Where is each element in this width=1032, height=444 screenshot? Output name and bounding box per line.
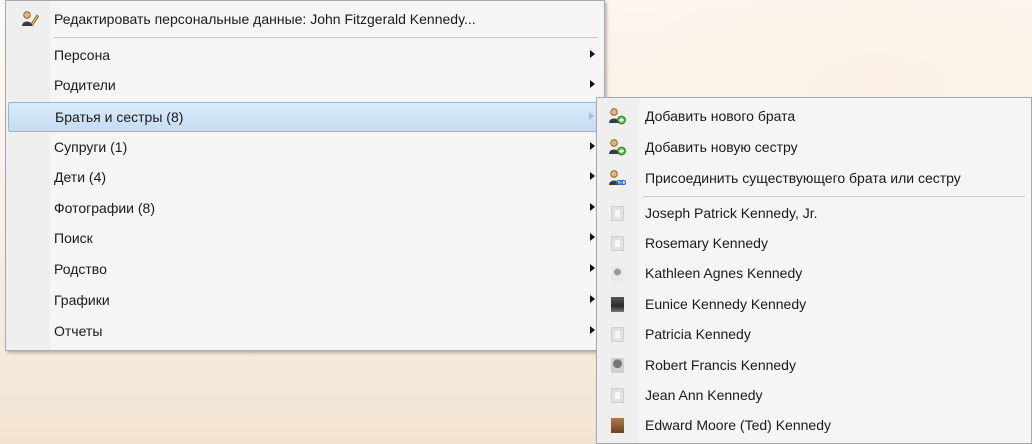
add-person-icon	[609, 139, 626, 156]
person-photo-thumbnail	[611, 358, 624, 373]
submenu-item-link-sibling[interactable]: Присоединить существующего брата или сес…	[597, 163, 1031, 193]
menu-item-children[interactable]: Дети (4)	[6, 162, 604, 192]
submenu-arrow-icon	[590, 50, 595, 58]
link-person-icon	[609, 170, 626, 186]
person-photo-placeholder-icon	[611, 327, 624, 342]
person-photo-thumbnail	[611, 418, 624, 433]
menu-item-photos[interactable]: Фотографии (8)	[6, 193, 604, 223]
submenu-arrow-icon	[590, 80, 595, 88]
submenu-item-add-brother[interactable]: Добавить нового брата	[597, 101, 1031, 131]
submenu-item-label: Kathleen Agnes Kennedy	[645, 265, 803, 281]
person-photo-thumbnail	[611, 297, 624, 312]
submenu-arrow-icon	[590, 295, 595, 303]
submenu-item-add-sister[interactable]: Добавить новую сестру	[597, 132, 1031, 162]
submenu-item-sibling[interactable]: Kathleen Agnes Kennedy	[597, 258, 1031, 288]
menu-item-label: Персона	[54, 47, 111, 63]
menu-item-search[interactable]: Поиск	[6, 223, 604, 253]
person-context-menu: Редактировать персональные данные: John …	[5, 0, 605, 351]
submenu-item-label: Joseph Patrick Kennedy, Jr.	[645, 205, 818, 221]
menu-item-label: Родители	[54, 77, 116, 93]
person-photo-placeholder-icon	[611, 206, 624, 221]
menu-item-label: Редактировать персональные данные: John …	[54, 11, 476, 27]
menu-item-persona[interactable]: Персона	[6, 40, 604, 70]
siblings-submenu: Добавить нового брата Добавить новую сес…	[596, 97, 1032, 444]
menu-item-charts[interactable]: Графики	[6, 285, 604, 315]
submenu-item-sibling[interactable]: Joseph Patrick Kennedy, Jr.	[597, 198, 1031, 228]
menu-item-label: Дети (4)	[54, 169, 107, 185]
submenu-item-label: Присоединить существующего брата или сес…	[645, 170, 961, 186]
menu-item-edit-personal-data[interactable]: Редактировать персональные данные: John …	[6, 4, 604, 34]
submenu-item-sibling[interactable]: Jean Ann Kennedy	[597, 380, 1031, 410]
person-photo-placeholder-icon	[611, 388, 624, 403]
submenu-item-label: Добавить нового брата	[645, 108, 796, 124]
add-person-icon	[609, 108, 626, 125]
menu-separator	[54, 37, 598, 38]
submenu-arrow-icon	[590, 172, 595, 180]
menu-item-parents[interactable]: Родители	[6, 70, 604, 100]
submenu-item-sibling[interactable]: Robert Francis Kennedy	[597, 350, 1031, 380]
submenu-item-label: Добавить новую сестру	[645, 139, 798, 155]
submenu-item-sibling[interactable]: Rosemary Kennedy	[597, 228, 1031, 258]
person-photo-placeholder-icon	[611, 236, 624, 251]
person-photo-thumbnail	[611, 266, 624, 281]
submenu-item-label: Robert Francis Kennedy	[645, 357, 796, 373]
submenu-item-label: Jean Ann Kennedy	[645, 387, 763, 403]
menu-item-label: Отчеты	[54, 323, 103, 339]
menu-item-reports[interactable]: Отчеты	[6, 316, 604, 346]
submenu-arrow-icon	[590, 264, 595, 272]
submenu-item-sibling[interactable]: Patricia Kennedy	[597, 319, 1031, 349]
submenu-arrow-icon	[590, 203, 595, 211]
menu-item-spouses[interactable]: Супруги (1)	[6, 132, 604, 162]
menu-item-label: Братья и сестры (8)	[55, 109, 184, 125]
submenu-arrow-icon	[590, 233, 595, 241]
submenu-item-label: Eunice Kennedy Kennedy	[645, 296, 807, 312]
menu-item-label: Графики	[54, 292, 110, 308]
menu-separator	[643, 196, 1025, 197]
submenu-item-label: Rosemary Kennedy	[645, 235, 768, 251]
submenu-arrow-icon	[590, 326, 595, 334]
menu-item-label: Фотографии (8)	[54, 200, 156, 216]
submenu-arrow-icon	[590, 142, 595, 150]
menu-item-label: Супруги (1)	[54, 139, 128, 155]
edit-person-icon	[22, 11, 39, 27]
submenu-item-sibling[interactable]: Eunice Kennedy Kennedy	[597, 289, 1031, 319]
menu-item-label: Поиск	[54, 230, 93, 246]
menu-item-siblings[interactable]: Братья и сестры (8)	[8, 102, 602, 132]
submenu-arrow-icon	[589, 112, 594, 120]
menu-item-kinship[interactable]: Родство	[6, 254, 604, 284]
submenu-item-sibling[interactable]: Edward Moore (Ted) Kennedy	[597, 410, 1031, 440]
submenu-item-label: Patricia Kennedy	[645, 326, 751, 342]
submenu-item-label: Edward Moore (Ted) Kennedy	[645, 417, 831, 433]
menu-item-label: Родство	[54, 261, 107, 277]
